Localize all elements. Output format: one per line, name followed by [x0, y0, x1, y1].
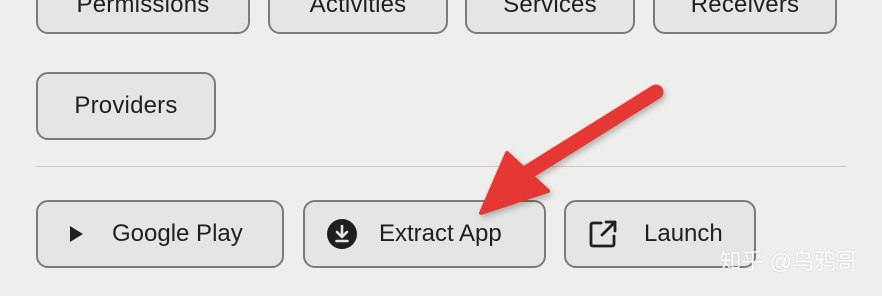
watermark-text: 知乎 @乌鸦哥 [719, 249, 858, 274]
open-external-icon [586, 218, 620, 250]
tag-receivers[interactable]: Receivers [653, 0, 837, 34]
launch-label: Launch [644, 220, 723, 247]
google-play-label: Google Play [112, 220, 243, 247]
tag-activities[interactable]: Activities [268, 0, 448, 34]
tag-services[interactable]: Services [465, 0, 635, 34]
tag-permissions[interactable]: Permissions [36, 0, 250, 34]
play-icon [66, 225, 86, 243]
extract-app-button[interactable]: Extract App [303, 200, 546, 268]
google-play-button[interactable]: Google Play [36, 200, 284, 268]
download-icon [325, 218, 359, 250]
extract-app-label: Extract App [379, 220, 502, 247]
tag-providers[interactable]: Providers [36, 72, 216, 140]
section-divider [36, 166, 846, 167]
